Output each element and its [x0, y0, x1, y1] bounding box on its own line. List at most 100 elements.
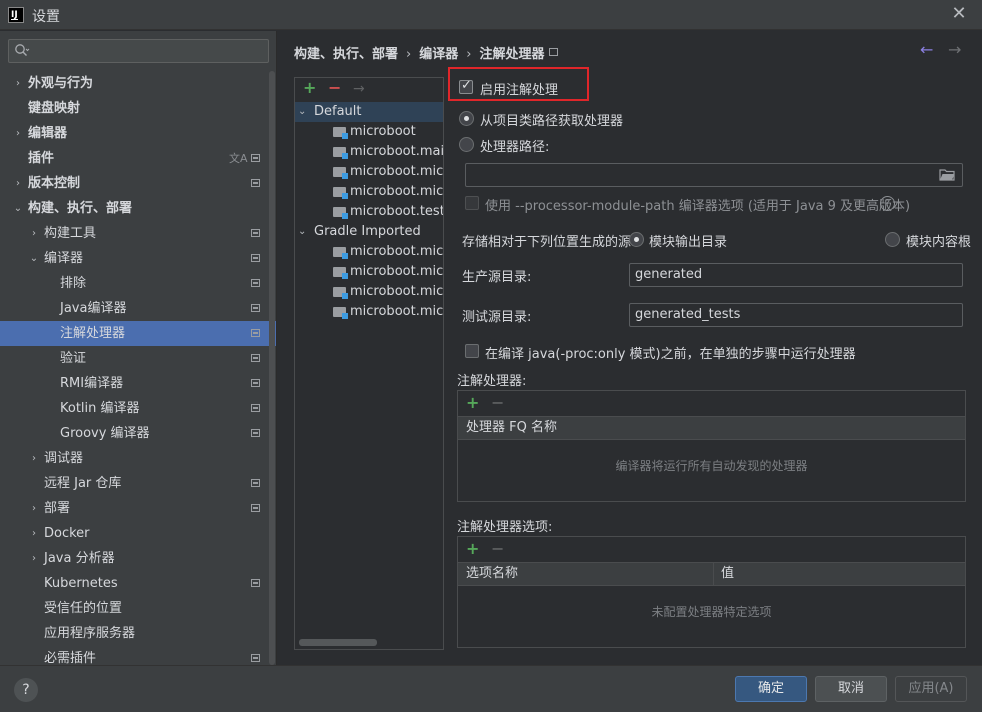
sidebar-scrollbar[interactable]: [269, 71, 275, 665]
sidebar-item[interactable]: 验证: [0, 346, 276, 371]
window-title: 设置: [32, 9, 60, 25]
ok-button[interactable]: 确定: [735, 676, 807, 702]
module-item[interactable]: microboot.micr: [295, 282, 443, 302]
module-path-checkbox[interactable]: [465, 196, 479, 210]
close-icon[interactable]: ✕: [950, 4, 968, 24]
enable-annotation-processing-checkbox[interactable]: [459, 78, 473, 94]
chevron-right-icon[interactable]: ›: [28, 521, 40, 546]
project-scope-icon: [251, 354, 260, 362]
module-content-root-radio[interactable]: [885, 232, 900, 247]
test-dir-input[interactable]: generated_tests: [629, 303, 963, 327]
add-option-icon[interactable]: +: [466, 539, 479, 559]
back-arrow-icon[interactable]: ←: [920, 40, 933, 59]
apply-button[interactable]: 应用(A): [895, 676, 967, 702]
remove-option-icon[interactable]: −: [491, 539, 504, 559]
help-icon[interactable]: ?: [880, 196, 895, 211]
chevron-down-icon[interactable]: ⌄: [298, 102, 306, 122]
sidebar-item[interactable]: › 部署: [0, 496, 276, 521]
sidebar-item[interactable]: › Java 分析器: [0, 546, 276, 571]
sidebar-item[interactable]: 应用程序服务器: [0, 621, 276, 646]
chevron-right-icon[interactable]: ›: [28, 221, 40, 246]
option-name-column[interactable]: 选项名称: [466, 563, 518, 585]
remove-processor-icon[interactable]: −: [491, 393, 504, 413]
chevron-right-icon[interactable]: ›: [28, 546, 40, 571]
folder-icon[interactable]: [939, 168, 955, 181]
project-scope-icon: [251, 404, 260, 412]
sidebar-item-label: Kubernetes: [44, 576, 118, 591]
sidebar-item[interactable]: 必需插件: [0, 646, 276, 665]
from-classpath-radio[interactable]: [459, 111, 474, 126]
module-item[interactable]: microboot.micr: [295, 182, 443, 202]
search-input[interactable]: [8, 39, 269, 63]
sidebar-item[interactable]: RMI编译器: [0, 371, 276, 396]
chevron-right-icon[interactable]: ›: [12, 121, 24, 146]
production-dir-input[interactable]: generated: [629, 263, 963, 287]
test-dir-label: 测试源目录:: [462, 310, 532, 325]
breadcrumb-separator: ›: [466, 47, 472, 62]
sidebar-item-label: 编辑器: [28, 126, 68, 141]
module-group[interactable]: ⌄ Default: [295, 102, 443, 122]
help-button[interactable]: ?: [14, 678, 38, 702]
sidebar-item[interactable]: 插件 文A: [0, 146, 276, 171]
sidebar-item[interactable]: Groovy 编译器: [0, 421, 276, 446]
remove-icon[interactable]: −: [328, 78, 341, 98]
sidebar-item-label: Java 分析器: [44, 551, 115, 566]
chevron-right-icon[interactable]: ›: [12, 71, 24, 96]
sidebar-item-label: 版本控制: [28, 176, 81, 191]
breadcrumb-part[interactable]: 构建、执行、部署: [294, 47, 398, 62]
breadcrumb-part[interactable]: 编译器: [419, 47, 458, 62]
sidebar-item[interactable]: › 编辑器: [0, 121, 276, 146]
chevron-right-icon[interactable]: ›: [28, 496, 40, 521]
add-icon[interactable]: +: [303, 78, 316, 98]
module-item[interactable]: microboot.micr: [295, 302, 443, 322]
sidebar-item[interactable]: 注解处理器: [0, 321, 276, 346]
module-item[interactable]: microboot.main: [295, 142, 443, 162]
store-location-label: 存储相对于下列位置生成的源:: [462, 235, 636, 250]
sidebar-item[interactable]: › 构建工具: [0, 221, 276, 246]
module-list-scrollbar[interactable]: [299, 639, 377, 646]
sidebar-item-label: 部署: [44, 501, 71, 516]
chevron-down-icon[interactable]: ⌄: [298, 222, 306, 242]
intellij-logo-icon: IJ: [8, 7, 24, 23]
chevron-down-icon[interactable]: ⌄: [28, 246, 40, 271]
proc-only-checkbox[interactable]: [465, 344, 479, 358]
processor-path-radio[interactable]: [459, 137, 474, 152]
module-group-label: Default: [314, 104, 362, 119]
sidebar-item-label: RMI编译器: [60, 376, 124, 391]
forward-arrow-icon[interactable]: →: [948, 40, 961, 59]
sidebar-item[interactable]: › Docker: [0, 521, 276, 546]
sidebar-item[interactable]: Kotlin 编译器: [0, 396, 276, 421]
module-item-label: microboot.test: [350, 204, 444, 219]
sidebar-item[interactable]: 远程 Jar 仓库: [0, 471, 276, 496]
module-item[interactable]: microboot.test: [295, 202, 443, 222]
module-item[interactable]: microboot.micr: [295, 242, 443, 262]
sidebar-item[interactable]: › 外观与行为: [0, 71, 276, 96]
add-processor-icon[interactable]: +: [466, 393, 479, 413]
sidebar-item-label: 注解处理器: [60, 326, 126, 341]
sidebar-item[interactable]: 排除: [0, 271, 276, 296]
sidebar-item[interactable]: 键盘映射: [0, 96, 276, 121]
module-item[interactable]: microboot.micr: [295, 162, 443, 182]
sidebar-item[interactable]: 受信任的位置: [0, 596, 276, 621]
chevron-right-icon[interactable]: ›: [28, 446, 40, 471]
cancel-button[interactable]: 取消: [815, 676, 887, 702]
chevron-down-icon[interactable]: ⌄: [12, 196, 24, 221]
sidebar-item[interactable]: ⌄ 编译器: [0, 246, 276, 271]
breadcrumb-separator: ›: [406, 47, 412, 62]
sidebar-item[interactable]: › 调试器: [0, 446, 276, 471]
module-group[interactable]: ⌄ Gradle Imported: [295, 222, 443, 242]
breadcrumb: 构建、执行、部署 › 编译器 › 注解处理器: [294, 43, 544, 62]
move-to-icon[interactable]: →: [353, 78, 365, 100]
sidebar-item[interactable]: Kubernetes: [0, 571, 276, 596]
module-item[interactable]: microboot.micr: [295, 262, 443, 282]
module-item[interactable]: microboot: [295, 122, 443, 142]
from-classpath-label: 从项目类路径获取处理器: [480, 114, 624, 129]
module-output-radio[interactable]: [629, 232, 644, 247]
processor-fq-name-column[interactable]: 处理器 FQ 名称: [466, 417, 557, 439]
sidebar-item[interactable]: Java编译器: [0, 296, 276, 321]
chevron-right-icon[interactable]: ›: [12, 171, 24, 196]
option-value-column[interactable]: 值: [721, 563, 734, 585]
sidebar-item[interactable]: › 版本控制: [0, 171, 276, 196]
processor-path-input[interactable]: [465, 163, 963, 187]
sidebar-item[interactable]: ⌄ 构建、执行、部署: [0, 196, 276, 221]
